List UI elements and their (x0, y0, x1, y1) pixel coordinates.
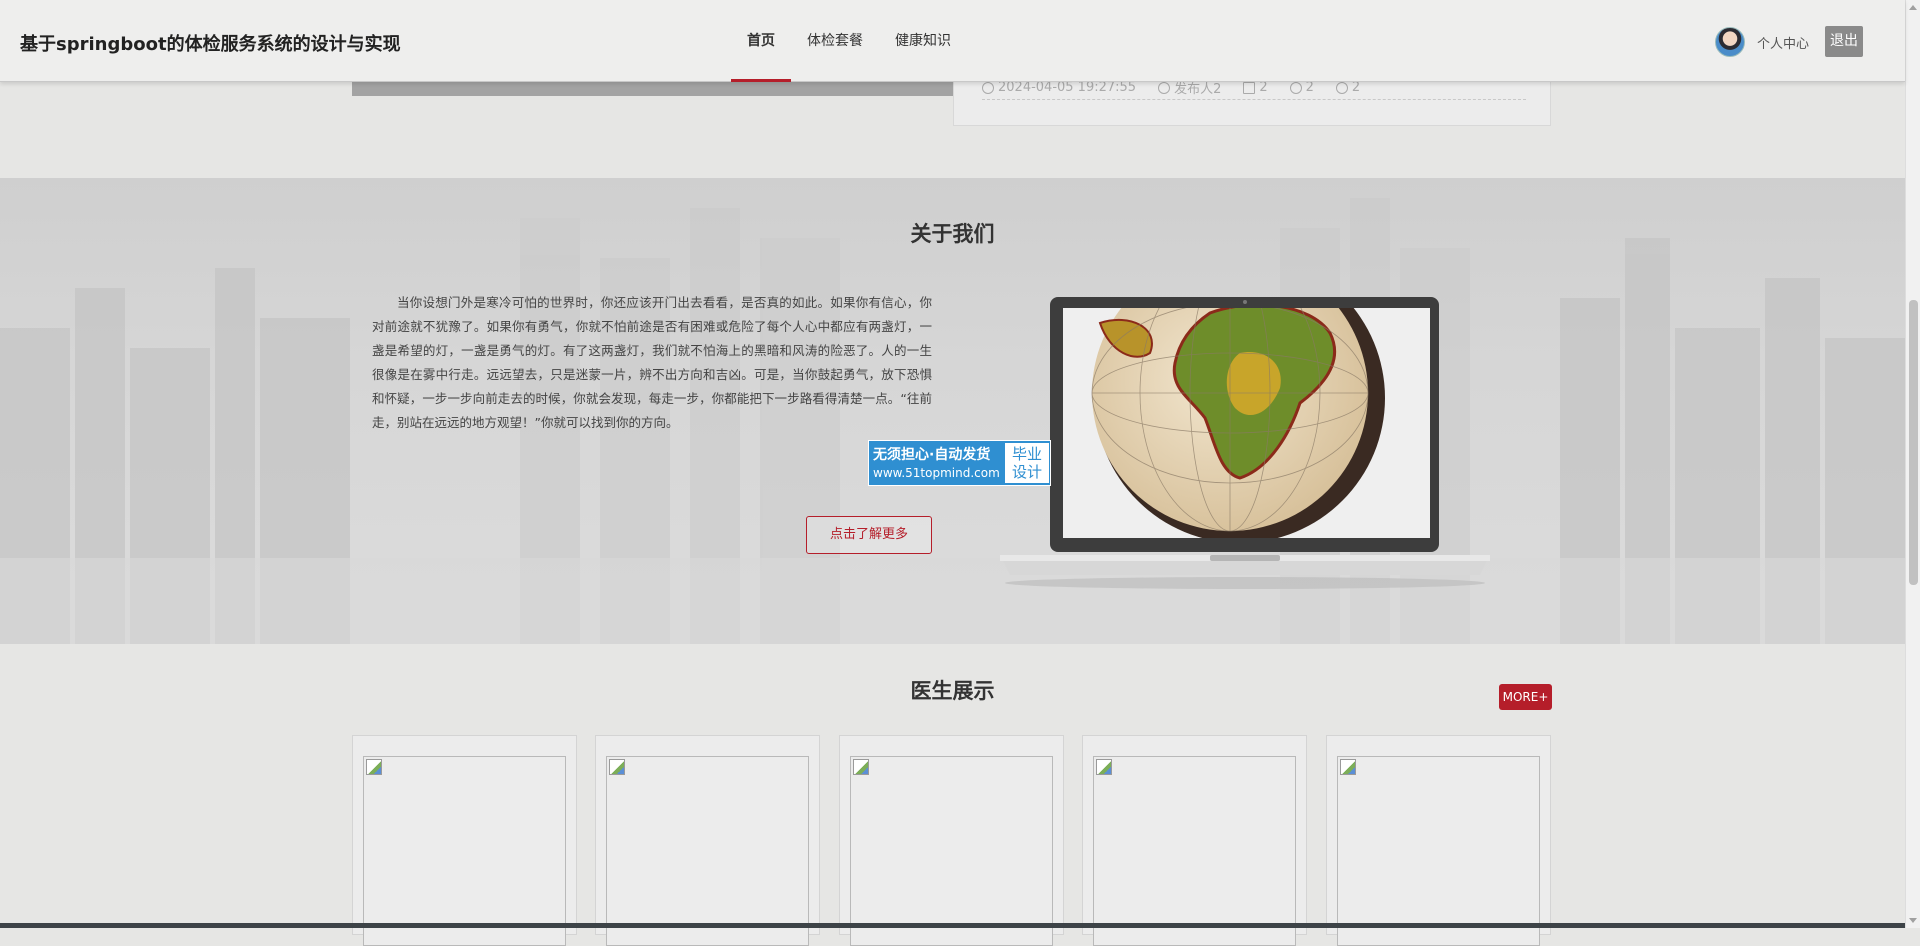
news-image[interactable] (352, 82, 953, 96)
watermark-banner: 无须担心·自动发货 www.51topmind.com 毕业设计 (868, 440, 1051, 486)
nav-item-packages[interactable]: 体检套餐 (791, 0, 879, 82)
broken-image-icon (853, 759, 869, 775)
broken-image-icon (1340, 759, 1356, 775)
doctor-card[interactable] (839, 735, 1064, 946)
about-section: 关于我们 当你设想门外是寒冷可怕的世界时，你还应该开门出去看看，是否真的如此。如… (0, 178, 1905, 644)
doctor-image[interactable] (1337, 756, 1540, 946)
star-icon (1289, 81, 1302, 94)
user-center-link[interactable]: 个人中心 (1757, 33, 1809, 52)
collect-icon (1243, 81, 1256, 94)
about-title: 关于我们 (910, 222, 995, 246)
doctor-image[interactable] (850, 756, 1053, 946)
doctor-card[interactable] (1082, 735, 1307, 946)
main-nav: 首页 体检套餐 健康知识 (731, 0, 967, 82)
user-icon (1158, 81, 1171, 94)
logout-button[interactable]: 退出 (1825, 26, 1863, 57)
watermark-url: www.51topmind.com (873, 466, 1000, 480)
clock-icon (982, 81, 994, 94)
watermark-text: 无须担心·自动发货 (873, 447, 991, 463)
doctor-card[interactable] (595, 735, 820, 946)
doctor-image[interactable] (1093, 756, 1296, 946)
nav-item-home[interactable]: 首页 (731, 0, 791, 82)
laptop-globe-image (1000, 297, 1490, 589)
broken-image-icon (366, 759, 382, 775)
about-paragraph: 当你设想门外是寒冷可怕的世界时，你还应该开门出去看看，是否真的如此。如果你有信心… (372, 295, 932, 430)
taskbar-edge (0, 923, 1905, 928)
scroll-up-arrow-icon[interactable] (1909, 5, 1917, 10)
user-avatar[interactable] (1715, 27, 1745, 57)
vertical-scrollbar[interactable] (1905, 0, 1920, 928)
doctors-more-button[interactable]: MORE+ (1499, 684, 1552, 710)
doctor-card[interactable] (352, 735, 577, 946)
nav-item-health-knowledge[interactable]: 健康知识 (879, 0, 967, 82)
scroll-down-arrow-icon[interactable] (1909, 918, 1917, 923)
doctor-image[interactable] (363, 756, 566, 946)
news-card[interactable]: 2024-04-05 19:27:55 发布人2 2 2 2 (953, 80, 1551, 126)
top-navbar: 基于springboot的体检服务系统的设计与实现 首页 体检套餐 健康知识 个… (0, 0, 1905, 82)
eye-icon (1335, 81, 1348, 94)
doctor-image[interactable] (606, 756, 809, 946)
scrollbar-thumb[interactable] (1909, 300, 1918, 585)
doctor-card[interactable] (1326, 735, 1551, 946)
broken-image-icon (1096, 759, 1112, 775)
watermark-label: 毕业设计 (1005, 443, 1049, 483)
doctors-title: 医生展示 (910, 679, 995, 703)
broken-image-icon (609, 759, 625, 775)
learn-more-button[interactable]: 点击了解更多 (806, 516, 932, 554)
site-title: 基于springboot的体检服务系统的设计与实现 (20, 34, 401, 55)
